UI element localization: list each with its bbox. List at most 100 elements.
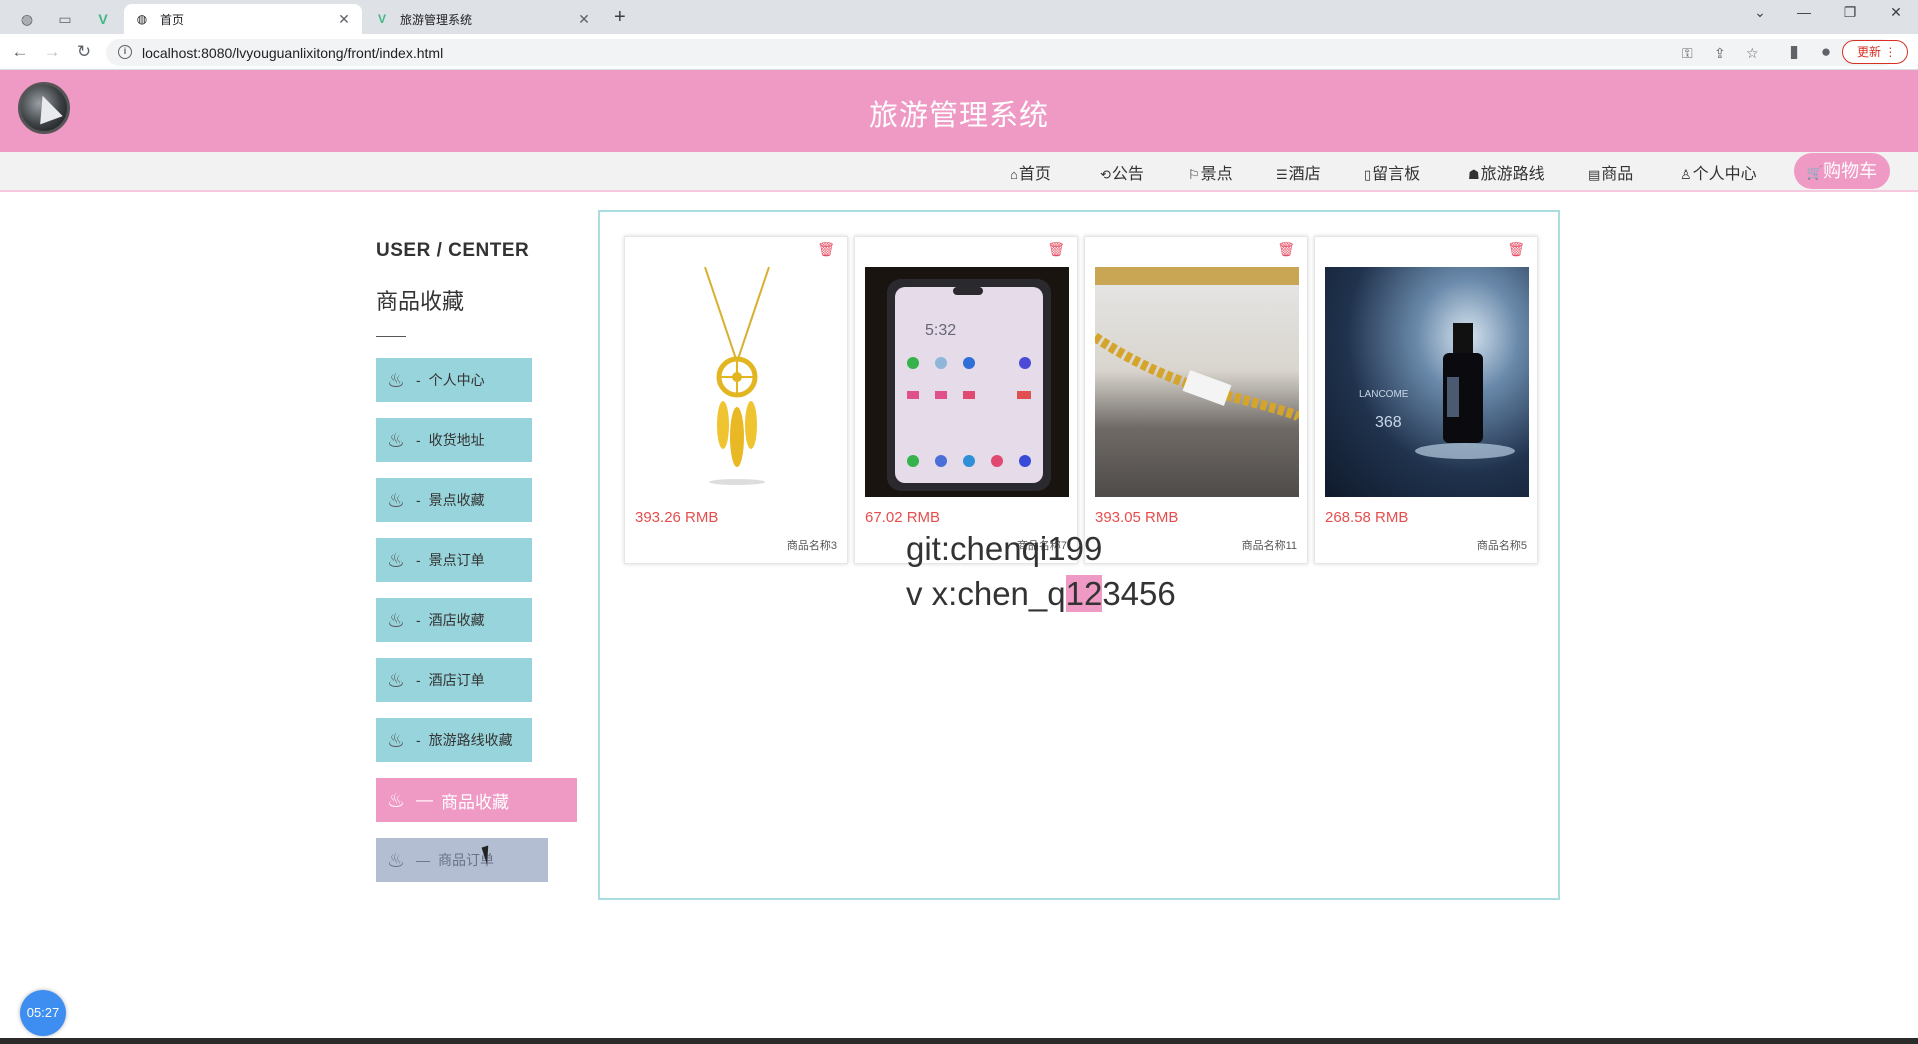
back-arrow-icon[interactable]: ← bbox=[8, 41, 32, 63]
url-text[interactable]: localhost:8080/lvyouguanlixitong/front/i… bbox=[142, 45, 443, 61]
tab-travel-system[interactable]: V 旅游管理系统 ✕ bbox=[364, 4, 602, 34]
side-panel-icon[interactable]: ▮ bbox=[1782, 41, 1806, 63]
nav-label: 旅游路线 bbox=[1480, 166, 1545, 183]
sidebar-dash: - bbox=[416, 492, 421, 508]
sidebar-item-scenic-favorites[interactable]: ♨ - 景点收藏 bbox=[376, 478, 532, 522]
key-icon[interactable]: ⚿ bbox=[1682, 45, 1693, 62]
globe-icon: ◍ bbox=[136, 12, 148, 26]
fire-icon: ♨ bbox=[387, 729, 405, 752]
info-icon[interactable]: i bbox=[118, 45, 132, 59]
close-window-button[interactable]: ✕ bbox=[1876, 4, 1916, 21]
sidebar-item-scenic-orders[interactable]: ♨ - 景点订单 bbox=[376, 538, 532, 582]
fire-icon: ♨ bbox=[387, 849, 405, 872]
clock-badge[interactable]: 05:27 bbox=[20, 990, 66, 1036]
product-price: 393.26 RMB bbox=[635, 509, 719, 526]
site-header: 旅游管理系统 bbox=[0, 70, 1918, 152]
browser-tab-bar: ◍ ▭ V ◍ 首页 ✕ V 旅游管理系统 ✕ + ⌄ — ❐ ✕ bbox=[0, 0, 1918, 34]
close-icon[interactable]: ✕ bbox=[576, 11, 592, 28]
sidebar-dash: - bbox=[416, 432, 421, 448]
product-image-chain[interactable] bbox=[1095, 267, 1299, 497]
nav-personal-center[interactable]: ♙个人中心 bbox=[1680, 160, 1757, 184]
sidebar-item-label: 收货地址 bbox=[428, 432, 485, 448]
forward-arrow-icon[interactable]: → bbox=[40, 41, 64, 63]
nav-message-board[interactable]: ▯留言板 bbox=[1364, 160, 1420, 184]
sidebar-dash: - bbox=[416, 732, 421, 748]
product-image-necklace[interactable] bbox=[635, 267, 839, 497]
graduation-cap-icon: ☗ bbox=[1468, 167, 1480, 182]
sidebar-dash: - bbox=[416, 672, 421, 688]
minimize-button[interactable]: — bbox=[1784, 4, 1824, 20]
sidebar-dash: - bbox=[416, 552, 421, 568]
product-price: 268.58 RMB bbox=[1325, 509, 1409, 526]
pinned-tab-vue-icon[interactable]: V bbox=[86, 6, 120, 32]
site-title: 旅游管理系统 bbox=[868, 100, 1049, 132]
cart-button[interactable]: 🛒购物车 bbox=[1794, 153, 1890, 189]
refresh-icon: ⟲ bbox=[1100, 167, 1111, 182]
sidebar-item-label: 旅游路线收藏 bbox=[428, 732, 513, 748]
fire-icon: ♨ bbox=[387, 609, 405, 632]
address-bar[interactable]: i localhost:8080/lvyouguanlixitong/front… bbox=[106, 39, 1896, 66]
restore-button[interactable]: ❐ bbox=[1830, 4, 1870, 21]
sidebar-heading: USER / CENTER bbox=[376, 240, 530, 261]
new-tab-button[interactable]: + bbox=[614, 6, 626, 29]
sidebar-dash: — bbox=[416, 852, 430, 868]
cart-icon: 🛒 bbox=[1806, 165, 1824, 180]
sidebar-item-hotel-orders[interactable]: ♨ - 酒店订单 bbox=[376, 658, 532, 702]
nav-hotel[interactable]: ☰酒店 bbox=[1276, 160, 1321, 184]
fire-icon: ♨ bbox=[387, 369, 405, 392]
message-icon: ▯ bbox=[1364, 167, 1372, 182]
sidebar-item-label: 个人中心 bbox=[428, 372, 485, 388]
nav-products[interactable]: ▤商品 bbox=[1588, 160, 1633, 184]
sidebar-divider bbox=[376, 336, 406, 337]
profile-icon[interactable]: ● bbox=[1814, 41, 1838, 63]
vue-icon: V bbox=[377, 12, 386, 26]
close-icon[interactable]: ✕ bbox=[336, 11, 352, 28]
svg-text:5:32: 5:32 bbox=[925, 322, 956, 339]
update-label: 更新 bbox=[1857, 45, 1882, 59]
sidebar-item-personal-center[interactable]: ♨ - 个人中心 bbox=[376, 358, 532, 402]
product-price: 393.05 RMB bbox=[1095, 509, 1179, 526]
nav-home[interactable]: ⌂首页 bbox=[1010, 160, 1051, 184]
nav-label: 酒店 bbox=[1288, 166, 1321, 183]
nav-scenic[interactable]: ⚐景点 bbox=[1188, 160, 1233, 184]
nav-label: 公告 bbox=[1111, 166, 1144, 183]
reload-icon[interactable]: ↻ bbox=[72, 41, 96, 63]
sidebar-item-label: 酒店订单 bbox=[428, 672, 485, 688]
watermark-highlight: 12 bbox=[1065, 575, 1103, 612]
trash-icon[interactable]: 🗑 bbox=[1507, 241, 1525, 258]
tab-title: 首页 bbox=[160, 12, 185, 27]
site-nav: ⌂首页 ⟲公告 ⚐景点 ☰酒店 ▯留言板 ☗旅游路线 ▤商品 ♙个人中心 bbox=[0, 152, 1918, 192]
sidebar-item-address[interactable]: ♨ - 收货地址 bbox=[376, 418, 532, 462]
sidebar-dash: - bbox=[416, 612, 421, 628]
tab-title: 旅游管理系统 bbox=[400, 12, 473, 27]
trash-icon[interactable]: 🗑 bbox=[1277, 241, 1295, 258]
product-card[interactable]: 🗑 LANCOME 368 268.58 RMB 商品名称5 bbox=[1314, 236, 1538, 564]
star-icon[interactable]: ☆ bbox=[1746, 45, 1759, 62]
product-card[interactable]: 🗑 393.05 RMB 商品名称11 bbox=[1084, 236, 1308, 564]
product-card[interactable]: 🗑 393.26 RMB 商品名称3 bbox=[624, 236, 848, 564]
fire-icon: ♨ bbox=[387, 429, 405, 452]
update-button[interactable]: 更新 ⋮ bbox=[1842, 40, 1908, 64]
trash-icon[interactable]: 🗑 bbox=[1047, 241, 1065, 258]
tab-home[interactable]: ◍ 首页 ✕ bbox=[124, 4, 362, 34]
product-card[interactable]: 🗑 5:32 67.02 RMB 商品名称7 bbox=[854, 236, 1078, 564]
product-name[interactable]: 商品名称11 bbox=[1242, 537, 1297, 553]
nav-travel-route[interactable]: ☗旅游路线 bbox=[1468, 160, 1545, 184]
product-name[interactable]: 商品名称3 bbox=[787, 537, 837, 553]
bottom-bar bbox=[0, 1038, 1918, 1044]
product-name[interactable]: 商品名称5 bbox=[1477, 537, 1527, 553]
tab-search-icon[interactable]: ⌄ bbox=[1740, 4, 1780, 21]
share-icon[interactable]: ⇪ bbox=[1714, 45, 1726, 62]
sidebar-item-product-orders[interactable]: ♨ — 商品订单 bbox=[376, 838, 548, 882]
sidebar-item-hotel-favorites[interactable]: ♨ - 酒店收藏 bbox=[376, 598, 532, 642]
product-image-phone[interactable]: 5:32 bbox=[865, 267, 1069, 497]
sidebar-item-route-favorites[interactable]: ♨ - 旅游路线收藏 bbox=[376, 718, 532, 762]
fire-icon: ♨ bbox=[387, 789, 405, 812]
pinned-tab-globe-icon[interactable]: ◍ bbox=[10, 6, 44, 32]
fire-icon: ♨ bbox=[387, 669, 405, 692]
product-image-serum[interactable]: LANCOME 368 bbox=[1325, 267, 1529, 497]
sidebar-item-product-favorites[interactable]: ♨ — 商品收藏 bbox=[376, 778, 577, 822]
pinned-tab-blank-icon[interactable]: ▭ bbox=[48, 6, 82, 32]
trash-icon[interactable]: 🗑 bbox=[817, 241, 835, 258]
nav-announcement[interactable]: ⟲公告 bbox=[1100, 160, 1144, 184]
